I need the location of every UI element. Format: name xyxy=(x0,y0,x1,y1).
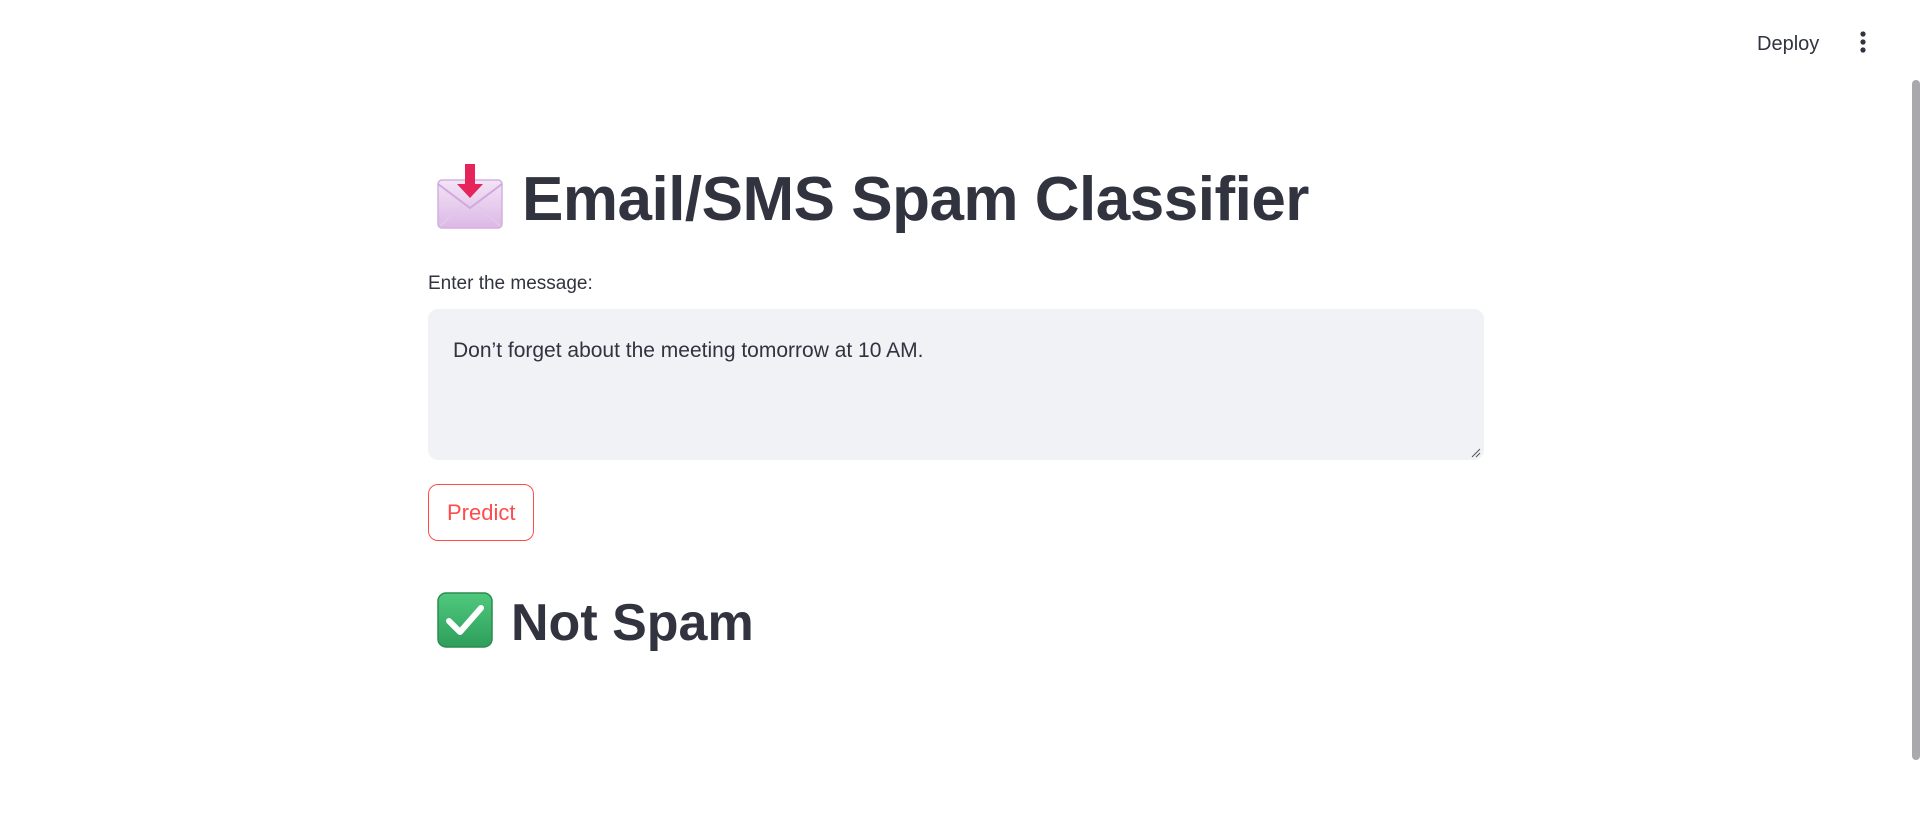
result-label: Not Spam xyxy=(511,593,754,652)
main-menu-button[interactable] xyxy=(1846,26,1880,62)
page-title-row: Email/SMS Spam Classifier xyxy=(436,164,1309,235)
message-input-label: Enter the message: xyxy=(428,273,593,294)
app-root: Deploy Email/SMS Spam Classifier Enter t… xyxy=(0,0,1920,822)
deploy-button[interactable]: Deploy xyxy=(1745,26,1831,62)
message-textarea[interactable] xyxy=(428,309,1484,460)
scrollbar-thumb[interactable] xyxy=(1912,80,1920,760)
incoming-envelope-icon xyxy=(436,164,504,235)
resize-handle-icon[interactable] xyxy=(1471,445,1481,458)
predict-button[interactable]: Predict xyxy=(428,484,535,541)
result-row: Not Spam xyxy=(437,592,754,653)
page-title: Email/SMS Spam Classifier xyxy=(522,165,1309,234)
header-toolbar: Deploy xyxy=(0,0,1920,86)
check-mark-button-icon xyxy=(437,592,493,653)
more-vertical-icon xyxy=(1860,30,1866,58)
